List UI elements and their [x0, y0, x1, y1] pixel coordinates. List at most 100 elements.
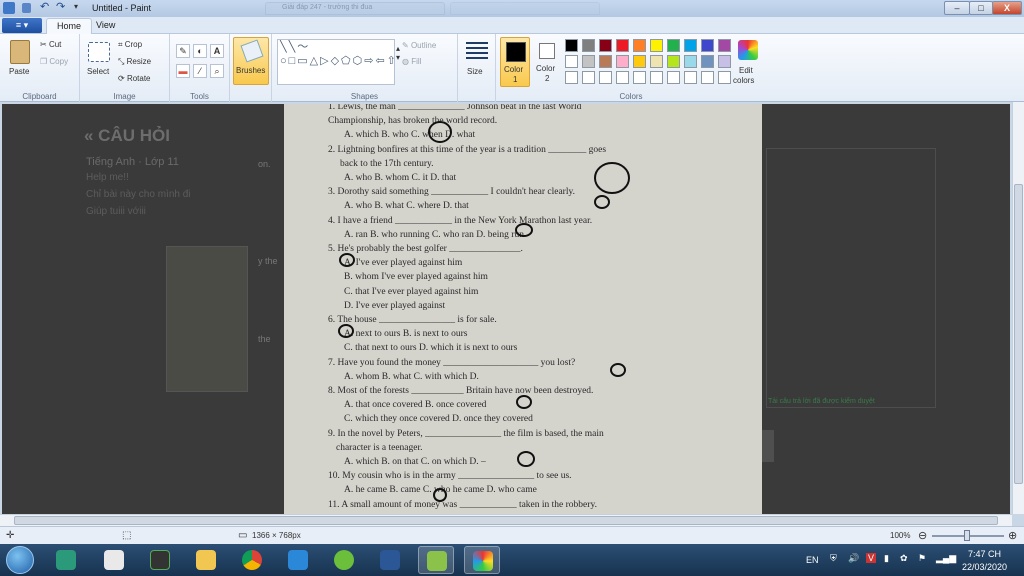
taskbar-app-unikey[interactable]	[96, 546, 132, 574]
outline-button[interactable]: ✎ Outline	[402, 41, 436, 50]
color-swatch[interactable]	[565, 55, 578, 68]
color-swatch[interactable]	[667, 55, 680, 68]
color-swatch[interactable]	[565, 39, 578, 52]
rotate-button[interactable]: ⟳ Rotate	[118, 74, 151, 83]
zoom-out-button[interactable]: ⊖	[918, 529, 927, 542]
color-swatch[interactable]	[633, 55, 646, 68]
color-swatch[interactable]	[599, 39, 612, 52]
color-swatch[interactable]	[650, 55, 663, 68]
clock-time[interactable]: 7:47 CH	[968, 549, 1001, 559]
size-icon[interactable]	[466, 42, 488, 62]
cursor-position-icon: ✛	[6, 530, 15, 541]
tab-view[interactable]: View	[86, 18, 125, 34]
color-swatch[interactable]	[718, 39, 731, 52]
tools-group: ✎ ◐ A ▬ ⁄ ⌕ Tools	[170, 34, 230, 102]
size-button[interactable]: Size	[467, 67, 483, 76]
horizontal-scrollbar[interactable]	[0, 514, 1012, 526]
gallery-scroll-icon[interactable]: ▴ ▾	[396, 44, 400, 62]
color1-button[interactable]: Color 1	[500, 37, 530, 87]
color-swatch[interactable]	[718, 55, 731, 68]
taskbar-app-word[interactable]	[372, 546, 408, 574]
zoom-in-button[interactable]: ⊕	[1008, 529, 1017, 542]
paste-button[interactable]: Paste	[9, 67, 29, 76]
question-thumbnail[interactable]	[166, 246, 248, 392]
zoom-slider-thumb[interactable]	[964, 530, 970, 541]
crop-button[interactable]: ⌗ Crop	[118, 40, 142, 50]
select-button[interactable]: Select	[87, 67, 109, 76]
text-tool-icon[interactable]: A	[210, 44, 224, 58]
color-swatch[interactable]	[599, 71, 612, 84]
color-swatch[interactable]	[650, 71, 663, 84]
start-button[interactable]	[6, 546, 34, 574]
color-picker-icon[interactable]: ⁄	[193, 64, 207, 78]
color-swatch[interactable]	[582, 71, 595, 84]
color-swatch[interactable]	[718, 71, 731, 84]
maximize-button[interactable]: □	[969, 1, 993, 15]
vertical-scrollbar[interactable]	[1012, 102, 1024, 514]
clock-date[interactable]: 22/03/2020	[962, 562, 1007, 572]
color-swatch[interactable]	[684, 39, 697, 52]
fill-bucket-icon[interactable]: ◐	[193, 44, 207, 58]
fill-button[interactable]: ◍ Fill	[402, 57, 421, 66]
edit-colors-button[interactable]: Edit colors	[732, 39, 764, 89]
taskbar-app-store[interactable]	[280, 546, 316, 574]
select-icon[interactable]	[88, 42, 110, 62]
color-swatch[interactable]	[633, 71, 646, 84]
taskbar-app-ab[interactable]	[48, 546, 84, 574]
taskbar-app-paint[interactable]	[464, 546, 500, 574]
color-swatch[interactable]	[616, 39, 629, 52]
language-indicator[interactable]: EN	[806, 555, 819, 565]
color-swatch[interactable]	[667, 39, 680, 52]
color-swatch[interactable]	[684, 71, 697, 84]
pasted-screenshot[interactable]: « CÂU HỎI Tiếng Anh · Lớp 11 Help me!! C…	[2, 104, 1010, 514]
file-menu-button[interactable]: ≡ ▾	[2, 18, 42, 33]
paste-icon[interactable]	[10, 40, 30, 64]
taskbar-app-lime[interactable]	[326, 546, 362, 574]
color-swatch[interactable]	[684, 55, 697, 68]
color-swatch[interactable]	[701, 71, 714, 84]
flag-icon[interactable]: ⚑	[918, 553, 926, 564]
network-icon[interactable]: ▂▄▆	[936, 553, 956, 564]
pencil-icon[interactable]: ✎	[176, 44, 190, 58]
shield-icon[interactable]: ⛨	[830, 553, 837, 564]
close-button[interactable]: X	[992, 1, 1022, 15]
color-swatch[interactable]	[565, 71, 578, 84]
taskbar-app-nox[interactable]	[142, 546, 178, 574]
color-swatch[interactable]	[616, 71, 629, 84]
taskbar-app-explorer[interactable]	[188, 546, 224, 574]
horizontal-scroll-thumb[interactable]	[14, 516, 998, 525]
color-swatch[interactable]	[633, 39, 646, 52]
battery-icon[interactable]: ▮	[884, 553, 889, 564]
cut-button[interactable]: ✂ Cut	[40, 40, 61, 49]
canvas-area[interactable]: « CÂU HỎI Tiếng Anh · Lớp 11 Help me!! C…	[0, 102, 1012, 514]
taskbar-app-chrome[interactable]	[234, 546, 270, 574]
resize-button[interactable]: ⤡ Resize	[118, 57, 151, 67]
color-swatch[interactable]	[582, 39, 595, 52]
color-swatch[interactable]	[616, 55, 629, 68]
color2-button[interactable]: Color 2	[534, 37, 562, 87]
redo-icon[interactable]: ↷	[56, 2, 68, 14]
magnifier-icon[interactable]: ⌕	[210, 64, 224, 78]
undo-icon[interactable]: ↶	[40, 2, 52, 14]
minimize-button[interactable]: –	[944, 1, 970, 15]
brushes-button[interactable]: Brushes	[233, 37, 269, 85]
shapes-gallery[interactable]: ╲╲〜○□▭△▷◇⬠⬡⇨⇦⇧⇩✦☆✶▢◯♡⚡	[277, 39, 395, 85]
volume-icon[interactable]: 🔊	[848, 553, 859, 564]
color1-number: 1	[513, 75, 518, 84]
eraser-icon[interactable]: ▬	[176, 64, 190, 78]
tray-app-icon[interactable]: ✿	[900, 553, 908, 564]
tray-app-icon-v[interactable]: V	[866, 553, 877, 563]
right-button[interactable]	[762, 430, 774, 462]
question-text-3: Giúp tuiii vớiii	[86, 206, 146, 217]
vertical-scroll-thumb[interactable]	[1014, 184, 1023, 484]
quick-access-dropdown-icon[interactable]: ▾	[74, 2, 86, 14]
taskbar-app-paint-frame[interactable]	[418, 546, 454, 574]
color-swatch[interactable]	[599, 55, 612, 68]
color-swatch[interactable]	[701, 39, 714, 52]
color-swatch[interactable]	[701, 55, 714, 68]
color-swatch[interactable]	[667, 71, 680, 84]
color-swatch[interactable]	[650, 39, 663, 52]
save-icon[interactable]	[22, 3, 31, 13]
color-swatch[interactable]	[582, 55, 595, 68]
copy-button[interactable]: ❐ Copy	[40, 57, 68, 66]
